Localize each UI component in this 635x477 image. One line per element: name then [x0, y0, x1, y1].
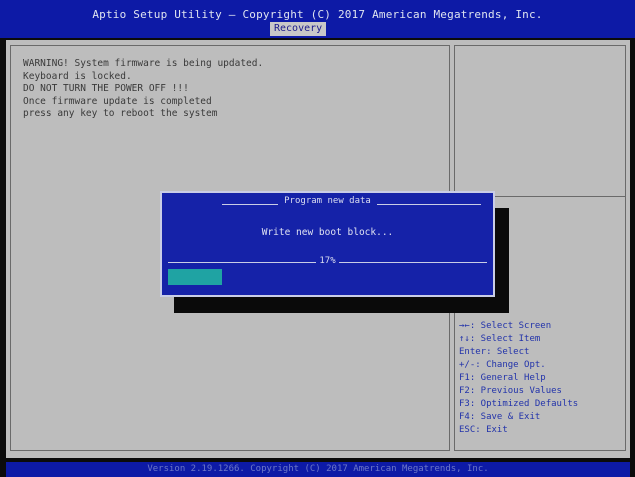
percent-label: 17% — [162, 256, 493, 266]
dialog-status-text: Write new boot block... — [261, 227, 394, 238]
dialog-title: Program new data — [162, 196, 493, 206]
message-line: Keyboard is locked. — [23, 70, 132, 82]
help-general-help: F1: General Help — [459, 373, 546, 383]
message-line: Once firmware update is completed — [23, 95, 212, 107]
help-esc-exit: ESC: Exit — [459, 425, 508, 435]
help-optimized-defaults: F3: Optimized Defaults — [459, 399, 579, 409]
footer-bar: Version 2.19.1266. Copyright (C) 2017 Am… — [6, 462, 630, 477]
help-save-exit: F4: Save & Exit — [459, 412, 541, 422]
help-change-opt: +/-: Change Opt. — [459, 360, 546, 370]
key-help-list: →←: Select Screen ↑↓: Select Item Enter:… — [459, 320, 578, 437]
app-title: Aptio Setup Utility – Copyright (C) 2017… — [92, 8, 543, 21]
help-select-item: ↑↓: Select Item — [459, 334, 541, 344]
help-enter-select: Enter: Select — [459, 347, 530, 357]
message-line: press any key to reboot the system — [23, 108, 218, 119]
warning-message: WARNING! System firmware is being update… — [23, 58, 263, 121]
tab-recovery[interactable]: Recovery — [270, 22, 327, 36]
progress-bar — [168, 269, 488, 285]
help-previous-values: F2: Previous Values — [459, 386, 562, 396]
message-line: DO NOT TURN THE POWER OFF !!! — [23, 83, 189, 94]
message-line: WARNING! System firmware is being update… — [23, 58, 264, 69]
header-bar: Aptio Setup Utility – Copyright (C) 2017… — [0, 0, 635, 38]
progress-fill — [168, 269, 222, 285]
progress-dialog: Program new data Write new boot block...… — [160, 191, 495, 297]
help-select-screen: →←: Select Screen — [459, 321, 552, 331]
